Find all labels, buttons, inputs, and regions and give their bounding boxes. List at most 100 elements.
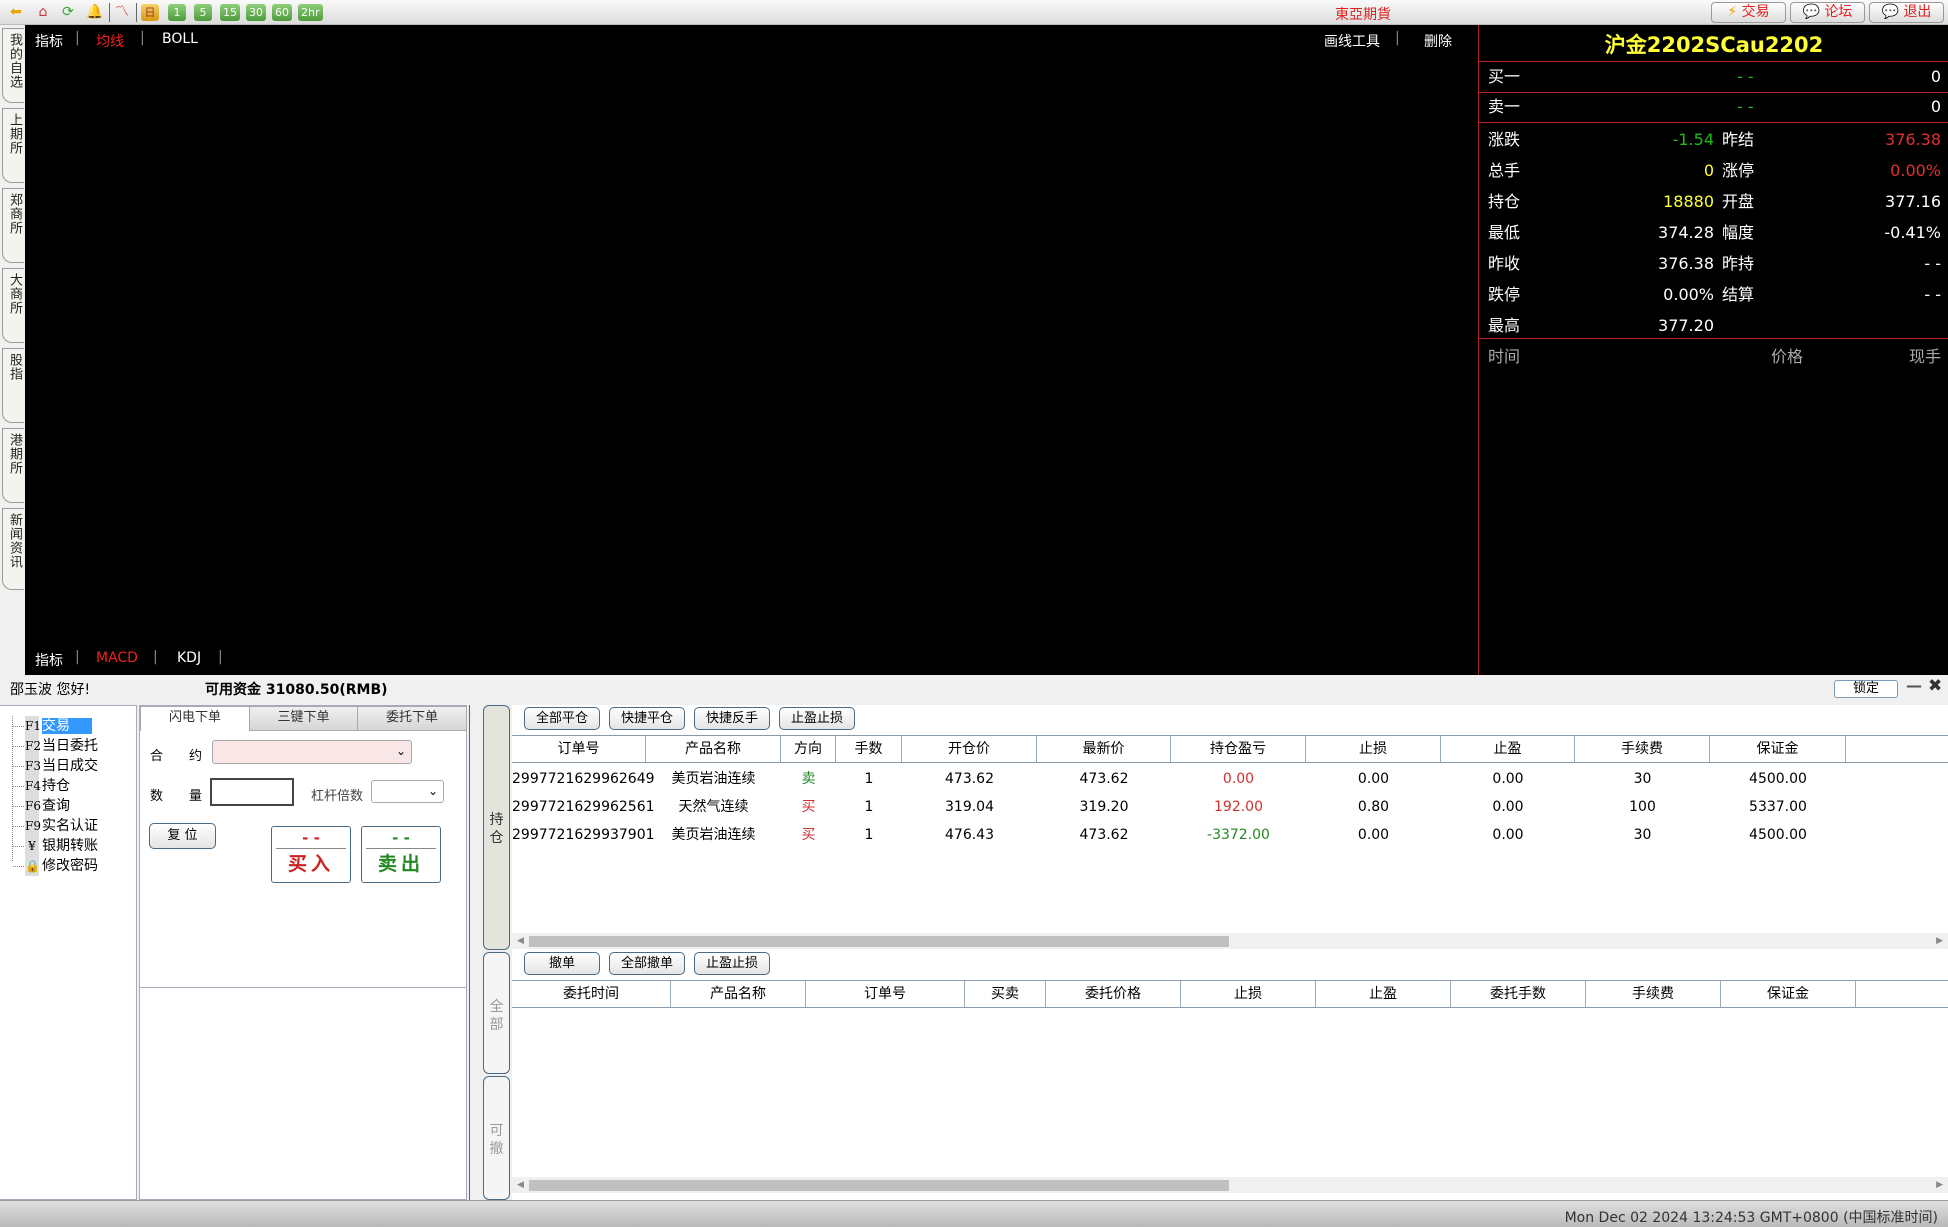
- column-header[interactable]: 保证金: [1710, 736, 1846, 762]
- side-tab-shfe[interactable]: 上期所: [2, 108, 24, 183]
- chevron-down-icon: ⌄: [395, 744, 406, 758]
- entrusts-horizontal-scrollbar[interactable]: ◀ ▶: [512, 1177, 1948, 1193]
- period-day-button[interactable]: 日: [141, 4, 159, 21]
- bell-icon[interactable]: 🔔: [85, 3, 105, 21]
- scroll-right-icon[interactable]: ▶: [1936, 1177, 1943, 1193]
- column-header[interactable]: 开仓价: [902, 736, 1037, 762]
- indicator-kdj-tab[interactable]: KDJ: [177, 650, 201, 666]
- period-30-button[interactable]: 30: [246, 4, 266, 21]
- tab-entrust-order[interactable]: 委托下单: [357, 706, 467, 731]
- tab-flash-order[interactable]: 闪电下单: [140, 706, 250, 731]
- ent-action-button[interactable]: 全部撤单: [609, 952, 685, 975]
- home-icon[interactable]: ⌂: [33, 3, 53, 21]
- table-row[interactable]: 2997721629962649 美页岩油连续 卖 1 473.62 473.62 0.00…: [512, 765, 1948, 793]
- pos-action-button[interactable]: 全部平仓: [524, 707, 600, 730]
- logout-button[interactable]: 💬 退出: [1869, 2, 1944, 23]
- tab-all-orders[interactable]: 全部: [483, 952, 510, 1074]
- contract-select[interactable]: ⌄: [212, 740, 412, 764]
- quantity-input[interactable]: [210, 778, 294, 806]
- positions-horizontal-scrollbar[interactable]: ◀ ▶: [512, 933, 1948, 949]
- refresh-icon[interactable]: ⟳: [58, 3, 78, 21]
- ent-action-button[interactable]: 撤单: [524, 952, 600, 975]
- side-tab-dce[interactable]: 大商所: [2, 268, 24, 343]
- period-2hr-button[interactable]: 2hr: [298, 4, 323, 21]
- nav-item[interactable]: 🔒 修改密码: [25, 856, 98, 876]
- ticks-qty-header: 现手: [1908, 347, 1941, 366]
- leverage-label: 杠杆倍数: [311, 789, 364, 804]
- column-header[interactable]: 方向: [781, 736, 836, 762]
- period-1-button[interactable]: 1: [168, 4, 186, 21]
- nav-item[interactable]: F1交易: [25, 716, 92, 736]
- tab-positions[interactable]: 持仓: [483, 705, 510, 950]
- scroll-left-icon[interactable]: ◀: [517, 1177, 524, 1193]
- side-tab-news[interactable]: 新闻资讯: [2, 508, 24, 590]
- column-header[interactable]: 委托价格: [1046, 981, 1181, 1007]
- minimize-icon[interactable]: —: [1906, 676, 1922, 695]
- column-header[interactable]: 手续费: [1586, 981, 1721, 1007]
- ent-action-button[interactable]: 止盈止损: [694, 952, 770, 975]
- column-header[interactable]: 持仓盈亏: [1171, 736, 1306, 762]
- trade-button[interactable]: ⚡ 交易: [1711, 2, 1786, 23]
- column-header[interactable]: 产品名称: [646, 736, 781, 762]
- column-header[interactable]: 保证金: [1721, 981, 1856, 1007]
- nav-item[interactable]: ¥ 银期转账: [25, 836, 98, 856]
- side-tab-hkex[interactable]: 港期所: [2, 428, 24, 503]
- kline-chart-area[interactable]: 指标 | 均线 | BOLL 画线工具 | 删除 指标 | MACD | KDJ…: [25, 25, 1478, 675]
- close-icon[interactable]: ✖: [1928, 676, 1942, 696]
- scroll-right-icon[interactable]: ▶: [1936, 933, 1943, 949]
- nav-item[interactable]: F3当日成交: [25, 756, 98, 776]
- side-tab-czce[interactable]: 郑商所: [2, 188, 24, 263]
- column-header[interactable]: 产品名称: [671, 981, 806, 1007]
- pos-action-button[interactable]: 快捷平仓: [609, 707, 685, 730]
- lock-button[interactable]: 锁定: [1834, 680, 1898, 698]
- tab-three-key-order[interactable]: 三键下单: [249, 706, 358, 731]
- column-header[interactable]: 止盈: [1316, 981, 1451, 1007]
- indicator-ma-tab[interactable]: 均线: [96, 31, 124, 51]
- side-tab-index[interactable]: 股指: [2, 348, 24, 423]
- column-header[interactable]: 止盈: [1441, 736, 1575, 762]
- stat-value: 0.00%: [1663, 285, 1714, 304]
- delete-drawing-button[interactable]: 删除: [1424, 31, 1452, 51]
- column-header[interactable]: 订单号: [512, 736, 646, 762]
- leverage-select[interactable]: ⌄: [371, 780, 444, 803]
- nav-item[interactable]: F6查询: [25, 796, 70, 816]
- stat-value: 0.00%: [1890, 161, 1941, 180]
- reset-button[interactable]: 复 位: [149, 823, 216, 849]
- buy-button[interactable]: - - 买入: [271, 826, 351, 883]
- tab-cancellable[interactable]: 可撤: [483, 1076, 510, 1200]
- divider: [1479, 338, 1948, 339]
- scrollbar-thumb[interactable]: [529, 936, 1229, 947]
- sell-button[interactable]: - - 卖出: [361, 826, 441, 883]
- column-header[interactable]: 订单号: [806, 981, 965, 1007]
- column-header[interactable]: 手续费: [1575, 736, 1710, 762]
- column-header[interactable]: 最新价: [1037, 736, 1171, 762]
- column-header[interactable]: 止损: [1306, 736, 1441, 762]
- column-header[interactable]: 委托时间: [512, 981, 671, 1007]
- pos-action-button[interactable]: 快捷反手: [694, 707, 770, 730]
- table-row[interactable]: 2997721629962561 天然气连续 买 1 319.04 319.20 192.0…: [512, 793, 1948, 821]
- back-arrow-icon[interactable]: ⬅: [6, 3, 26, 21]
- period-60-button[interactable]: 60: [272, 4, 292, 21]
- separator: |: [218, 649, 223, 665]
- forum-button[interactable]: 💬 论坛: [1790, 2, 1865, 23]
- indicator-boll-tab[interactable]: BOLL: [162, 31, 198, 47]
- side-tab-watchlist[interactable]: 我的自选: [2, 28, 24, 103]
- scrollbar-thumb[interactable]: [529, 1180, 1229, 1191]
- draw-tools-button[interactable]: 画线工具: [1324, 31, 1380, 51]
- table-row[interactable]: 2997721629937901 美页岩油连续 买 1 476.43 473.62 -337…: [512, 821, 1948, 849]
- column-header[interactable]: 手数: [836, 736, 902, 762]
- nav-item[interactable]: F9实名认证: [25, 816, 98, 836]
- period-5-button[interactable]: 5: [194, 4, 212, 21]
- pos-action-button[interactable]: 止盈止损: [779, 707, 855, 730]
- nav-item[interactable]: F2当日委托: [25, 736, 98, 756]
- period-15-button[interactable]: 15: [220, 4, 240, 21]
- indicator-macd-tab[interactable]: MACD: [96, 650, 138, 666]
- trend-chart-icon[interactable]: 〽: [112, 3, 132, 21]
- column-header[interactable]: 止损: [1181, 981, 1316, 1007]
- tree-line: [13, 786, 24, 787]
- column-header[interactable]: 买卖: [965, 981, 1046, 1007]
- chevron-down-icon: ⌄: [427, 784, 438, 798]
- scroll-left-icon[interactable]: ◀: [517, 933, 524, 949]
- column-header[interactable]: 委托手数: [1451, 981, 1586, 1007]
- nav-item[interactable]: F4持仓: [25, 776, 70, 796]
